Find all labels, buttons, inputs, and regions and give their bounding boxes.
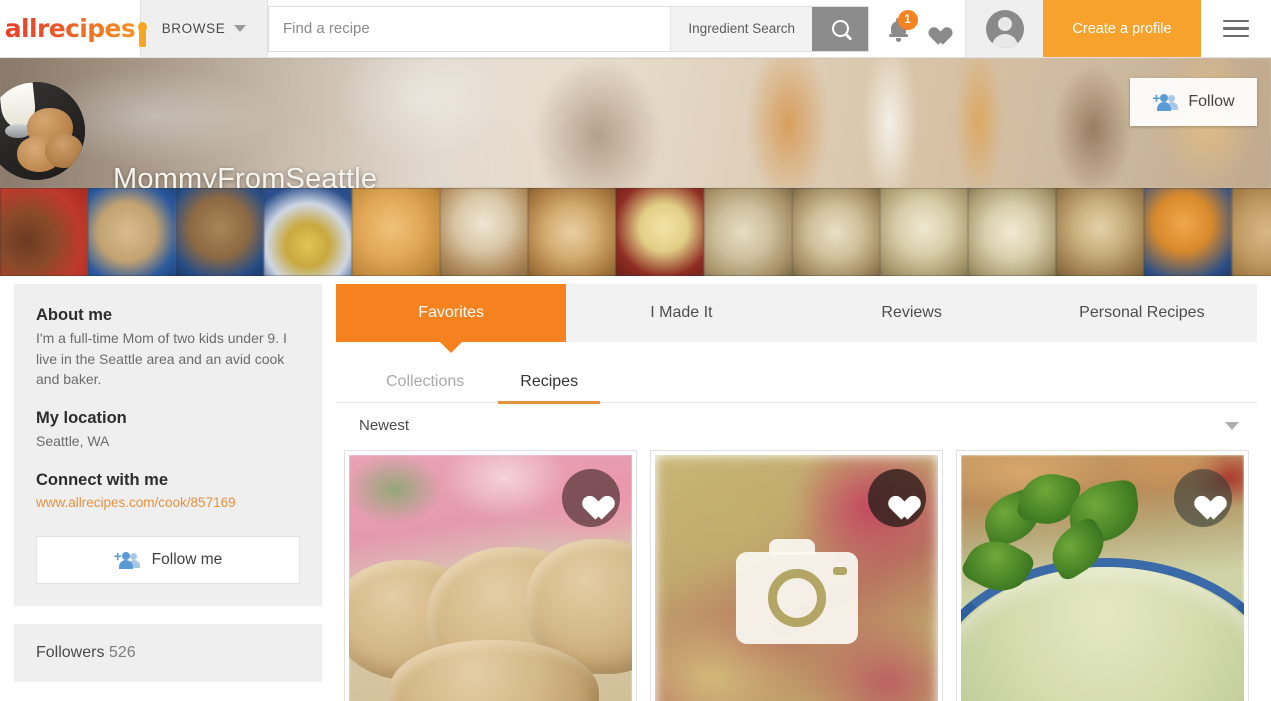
photo-thumbnail[interactable] [616, 188, 704, 276]
photo-thumbnail[interactable] [176, 188, 264, 276]
tab-label: I Made It [650, 304, 713, 321]
chevron-down-icon [1225, 421, 1239, 430]
recipe-card-grid [336, 448, 1257, 701]
favorite-heart-button[interactable] [868, 469, 926, 527]
browse-label: BROWSE [161, 21, 226, 36]
profile-username: MommyFromSeattle [113, 163, 378, 188]
hamburger-menu-button[interactable] [1201, 0, 1271, 57]
search-area: Ingredient Search [268, 0, 869, 57]
photo-thumbnail[interactable] [704, 188, 792, 276]
tab-label: Reviews [881, 304, 942, 321]
location-block: My location Seattle, WA [36, 409, 300, 452]
browse-menu-button[interactable]: BROWSE [140, 0, 268, 57]
user-avatar-button[interactable] [965, 0, 1043, 57]
main-content: Favorites I Made It Reviews Personal Recipe… [336, 276, 1271, 701]
location-value: Seattle, WA [36, 433, 110, 450]
header-icons: 1 [869, 0, 965, 57]
photo-thumbnail[interactable] [264, 188, 352, 276]
about-title: About me [36, 306, 113, 324]
follow-me-label: Follow me [151, 550, 223, 568]
camera-placeholder-icon [735, 538, 858, 644]
photo-thumbnail[interactable] [968, 188, 1056, 276]
subtab-recipes[interactable]: Recipes [492, 365, 606, 404]
follow-me-button[interactable]: + Follow me [36, 535, 300, 584]
favorite-heart-button[interactable] [562, 469, 620, 527]
subtab-label: Recipes [520, 373, 579, 390]
followers-title: Followers [36, 643, 105, 661]
notification-badge: 1 [897, 10, 918, 30]
about-text: I'm a full-time Mom of two kids under 9.… [36, 330, 287, 388]
profile-url-link[interactable]: www.allrecipes.com/cook/857169 [36, 495, 236, 510]
tab-reviews[interactable]: Reviews [797, 284, 1027, 342]
create-profile-label: Create a profile [1072, 20, 1172, 37]
subtab-collections[interactable]: Collections [358, 365, 492, 402]
followers-panel: Followers 526 [14, 623, 322, 682]
heart-icon [882, 485, 912, 512]
site-logo[interactable]: allrecipes [0, 0, 148, 57]
search-submit-button[interactable] [812, 6, 868, 51]
heart-icon [576, 485, 606, 512]
hamburger-menu-icon [1223, 15, 1249, 43]
photo-thumbnail[interactable] [1056, 188, 1144, 276]
avatar-image [0, 82, 85, 180]
add-person-icon: + [1152, 91, 1180, 111]
site-header: allrecipes BROWSE Ingredient Search 1 [0, 0, 1271, 58]
search-box: Ingredient Search [268, 5, 869, 52]
heart-icon [1188, 485, 1218, 512]
photo-thumbnail[interactable] [352, 188, 440, 276]
photo-thumbnail[interactable] [88, 188, 176, 276]
follow-button[interactable]: + Follow [1130, 78, 1257, 126]
logo-text: allrecipes [4, 14, 136, 43]
location-title: My location [36, 409, 127, 428]
tab-label: Personal Recipes [1079, 304, 1205, 321]
connect-block: Connect with me www.allrecipes.com/cook/… [36, 471, 300, 512]
photo-thumbnail[interactable] [0, 188, 88, 276]
add-person-icon: + [114, 549, 142, 569]
subtab-label: Collections [386, 373, 465, 390]
search-icon [831, 20, 849, 37]
sort-value: Newest [359, 417, 410, 434]
photo-thumbnail[interactable] [1232, 188, 1271, 276]
recipe-photo-strip [0, 188, 1271, 276]
ingredient-search-button[interactable]: Ingredient Search [670, 6, 812, 51]
recipe-card[interactable] [650, 450, 943, 701]
photo-thumbnail[interactable] [880, 188, 968, 276]
profile-subtabs: Collections Recipes [336, 365, 1257, 404]
profile-tabs: Favorites I Made It Reviews Personal Recipe… [336, 284, 1257, 342]
ingredient-search-label: Ingredient Search [688, 21, 795, 36]
recipe-card[interactable] [956, 450, 1249, 701]
profile-banner: MommyFromSeattle 526 25 195 + Follow [0, 58, 1271, 188]
tab-i-made-it[interactable]: I Made It [566, 284, 796, 342]
tab-label: Favorites [418, 304, 485, 321]
page-body: About me I'm a full-time Mom of two kids… [0, 276, 1271, 701]
chevron-down-icon [234, 25, 247, 32]
search-input[interactable] [269, 6, 671, 51]
user-avatar-icon [985, 9, 1024, 48]
follow-button-label: Follow [1188, 93, 1235, 110]
notifications-button[interactable]: 1 [888, 10, 918, 42]
spoon-icon [138, 21, 148, 47]
tab-personal-recipes[interactable]: Personal Recipes [1027, 284, 1257, 342]
connect-title: Connect with me [36, 470, 169, 489]
photo-thumbnail[interactable] [792, 188, 880, 276]
profile-avatar[interactable] [0, 82, 85, 180]
followers-header: Followers 526 [36, 644, 300, 662]
photo-thumbnail[interactable] [528, 188, 616, 276]
sort-dropdown[interactable]: Newest [336, 403, 1257, 448]
photo-thumbnail[interactable] [440, 188, 528, 276]
create-profile-button[interactable]: Create a profile [1043, 0, 1201, 57]
followers-count: 526 [108, 643, 136, 661]
recipe-card[interactable] [344, 450, 637, 701]
favorite-heart-button[interactable] [1174, 469, 1232, 527]
tab-favorites[interactable]: Favorites [336, 284, 567, 342]
about-panel: About me I'm a full-time Mom of two kids… [14, 284, 322, 606]
profile-sidebar: About me I'm a full-time Mom of two kids… [0, 276, 336, 699]
photo-thumbnail[interactable] [1144, 188, 1232, 276]
favorites-heart-icon[interactable] [924, 19, 946, 39]
